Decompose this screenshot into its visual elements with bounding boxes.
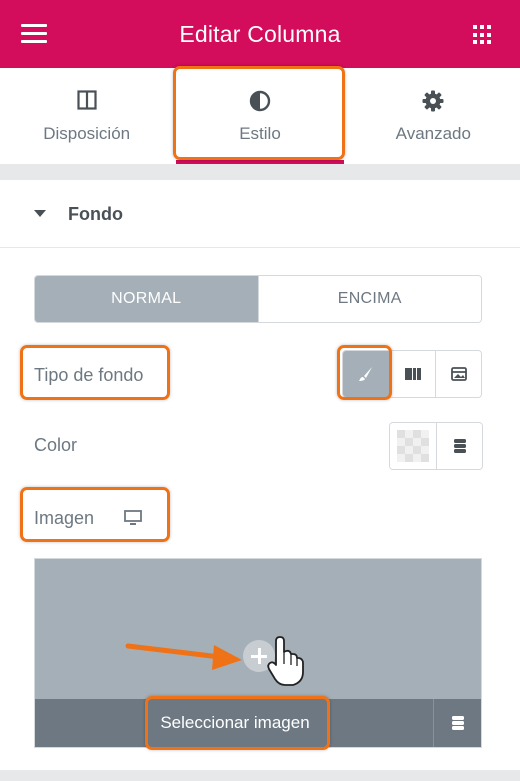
database-icon [453,439,466,453]
select-image-button[interactable]: Seleccionar imagen [35,713,435,733]
section-header-fondo[interactable]: Fondo [0,180,520,248]
hand-cursor-icon [267,636,304,686]
tab-label: Disposición [43,124,131,143]
tab-label: Avanzado [395,124,471,143]
brush-icon [359,367,372,381]
background-type-label: Tipo de fondo [34,365,144,385]
toggle-normal[interactable]: NORMAL [35,276,258,322]
arrow-pointer-annotation [125,636,304,686]
section-title: Fondo [68,204,123,224]
video-icon [450,367,467,381]
image-chooser-bar: Seleccionar imagen [35,699,481,747]
columns-layout-icon [77,90,97,110]
toggle-hover[interactable]: ENCIMA [257,276,481,322]
tab-bar: Disposición Estilo Avanzado [0,68,520,164]
editor-header: Editar Columna [0,0,520,68]
color-label: Color [34,435,78,455]
grid-icon[interactable] [473,25,493,45]
state-toggle: NORMAL ENCIMA [34,275,482,323]
transparent-swatch [397,430,429,462]
tab-avanzado[interactable]: Avanzado [347,68,520,164]
gradient-background-button[interactable] [389,351,435,397]
panel-title: Editar Columna [179,21,341,47]
gradient-icon [404,368,421,380]
color-picker-swatch[interactable] [390,423,436,469]
tab-label: Estilo [239,124,281,143]
background-type-choices [342,350,482,398]
tab-estilo[interactable]: Estilo [173,68,346,164]
panel-footer-strip [0,770,520,781]
half-circle-contrast-icon [249,90,271,112]
global-colors-button[interactable] [436,423,482,469]
color-control [389,422,483,470]
desktop-icon[interactable] [124,510,142,526]
image-label: Imagen [34,508,95,528]
gear-icon [422,90,444,112]
dynamic-tags-button[interactable] [433,699,481,747]
classic-background-button[interactable] [343,351,389,397]
hamburger-icon[interactable] [21,24,47,44]
caret-down-icon [34,210,46,217]
database-icon [451,716,464,730]
tab-disposicion[interactable]: Disposición [0,68,173,164]
video-background-button[interactable] [435,351,481,397]
